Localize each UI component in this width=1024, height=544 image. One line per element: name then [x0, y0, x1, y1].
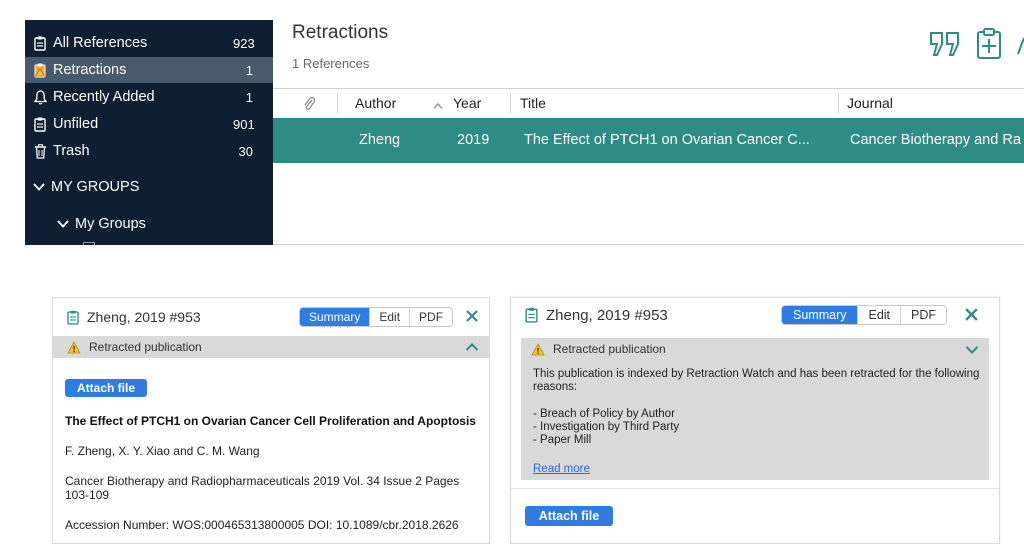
list-reference-count: 1 References	[292, 56, 370, 71]
row-year: 2019	[457, 132, 490, 148]
retraction-notice: This publication is indexed by Retractio…	[521, 360, 989, 480]
chevron-down-icon[interactable]	[965, 344, 979, 358]
retraction-reasons-list: - Breach of Policy by Author - Investiga…	[533, 408, 679, 447]
sidebar-item-count: 1	[245, 62, 253, 78]
retraction-notice-text: This publication is indexed by Retractio…	[533, 368, 983, 394]
row-author: Zheng	[359, 132, 401, 148]
read-more-link[interactable]: Read more	[533, 463, 590, 475]
close-icon[interactable]	[964, 307, 979, 322]
column-separator	[838, 93, 839, 113]
retraction-reason: - Paper Mill	[533, 434, 592, 446]
row-title: The Effect of PTCH1 on Ovarian Cancer C.…	[524, 132, 810, 148]
list-title: Retractions	[292, 22, 389, 43]
sidebar-item-count: 923	[233, 35, 255, 51]
sidebar-item-label: Retractions	[53, 62, 127, 78]
sidebar-item-trash[interactable]: Trash 30	[25, 138, 273, 164]
bell-icon	[33, 89, 47, 105]
reference-panel-title: Zheng, 2019 #953	[546, 306, 668, 324]
tab-summary[interactable]: Summary	[300, 308, 370, 326]
more-toolbar-icon[interactable]	[1016, 30, 1024, 63]
sidebar-item-label: Recently Added	[53, 89, 155, 105]
sidebar: All References 923 Retractions 1 Recentl…	[25, 20, 273, 245]
journal-column-header[interactable]: Journal	[847, 95, 893, 111]
reference-title: The Effect of PTCH1 on Ovarian Cancer Ce…	[65, 414, 476, 428]
reference-journal-line-2: 103-109	[65, 488, 110, 502]
title-column-header[interactable]: Title	[520, 95, 546, 111]
sidebar-item-count: 901	[233, 116, 255, 132]
close-icon[interactable]	[465, 309, 479, 323]
sidebar-item-label: All References	[53, 35, 148, 51]
reference-panel-right: Zheng, 2019 #953 Summary Edit PDF Retrac…	[510, 297, 1000, 544]
retraction-warning-text: Retracted publication	[89, 340, 202, 354]
attachment-column-icon[interactable]	[303, 95, 316, 114]
chevron-down-icon	[33, 183, 45, 191]
table-row[interactable]: Zheng 2019 The Effect of PTCH1 on Ovaria…	[273, 118, 1024, 163]
clipboard-icon	[525, 307, 538, 323]
document-icon	[33, 35, 47, 51]
sidebar-item-retractions[interactable]: Retractions 1	[25, 57, 273, 83]
retraction-warning-bar[interactable]: Retracted publication	[53, 336, 489, 358]
list-bottom-border	[273, 244, 1024, 245]
panel-divider	[511, 488, 999, 489]
tab-edit[interactable]: Edit	[369, 308, 409, 326]
author-column-header[interactable]: Author	[355, 95, 396, 111]
reference-journal-line-1: Cancer Biotherapy and Radiopharmaceutica…	[65, 474, 460, 488]
tab-summary[interactable]: Summary	[782, 306, 858, 324]
reference-authors: F. Zheng, X. Y. Xiao and C. M. Wang	[65, 444, 260, 458]
list-column-header: Author Year Title Journal	[273, 89, 1024, 117]
my-groups-header-label: MY GROUPS	[51, 179, 140, 195]
chevron-up-icon[interactable]	[465, 341, 479, 355]
my-groups-subgroup-label: My Groups	[75, 216, 146, 232]
quote-icon[interactable]	[928, 30, 962, 63]
sidebar-item-all-references[interactable]: All References 923	[25, 30, 273, 56]
warning-icon	[531, 342, 545, 356]
sidebar-item-unfiled[interactable]: Unfiled 901	[25, 111, 273, 137]
group-item-icon	[83, 242, 95, 245]
my-groups-subgroup[interactable]: My Groups	[57, 216, 146, 232]
sidebar-item-count: 30	[238, 143, 253, 159]
sidebar-item-recently-added[interactable]: Recently Added 1	[25, 84, 273, 110]
year-column-header[interactable]: Year	[453, 95, 481, 111]
retraction-notice-line-1: This publication is indexed by Retractio…	[533, 368, 980, 380]
sort-ascending-icon	[433, 97, 443, 113]
add-reference-icon[interactable]	[976, 28, 1002, 65]
chevron-down-icon	[57, 220, 69, 228]
sidebar-item-label: Unfiled	[53, 116, 99, 132]
sidebar-item-label: Trash	[53, 143, 90, 159]
trash-icon	[33, 143, 47, 159]
retraction-notice-line-2: reasons:	[533, 381, 578, 393]
reference-accession: Accession Number: WOS:000465313800005 DO…	[65, 518, 459, 532]
document-icon	[33, 116, 47, 132]
warning-icon	[67, 340, 81, 354]
attach-file-button[interactable]: Attach file	[65, 379, 147, 397]
reference-panel-title: Zheng, 2019 #953	[87, 309, 201, 325]
view-mode-tabs: Summary Edit PDF	[299, 307, 454, 327]
clipboard-icon	[67, 310, 79, 325]
retraction-icon	[33, 62, 47, 78]
retraction-reason: - Breach of Policy by Author	[533, 408, 675, 420]
column-separator	[337, 93, 338, 113]
row-journal: Cancer Biotherapy and Ra	[850, 132, 1021, 148]
retraction-warning-text: Retracted publication	[553, 342, 666, 356]
tab-edit[interactable]: Edit	[857, 306, 900, 324]
toolbar-icons	[928, 28, 1024, 65]
tab-pdf[interactable]: PDF	[900, 306, 946, 324]
reference-panel-left: Zheng, 2019 #953 Summary Edit PDF Retrac…	[52, 297, 490, 544]
retraction-warning-bar[interactable]: Retracted publication	[521, 338, 989, 360]
sidebar-item-count: 1	[245, 89, 253, 105]
column-separator	[510, 93, 511, 113]
tab-pdf[interactable]: PDF	[409, 308, 452, 326]
view-mode-tabs: Summary Edit PDF	[781, 305, 948, 325]
retraction-reason: - Investigation by Third Party	[533, 421, 680, 433]
attach-file-button[interactable]: Attach file	[525, 506, 613, 526]
my-groups-header[interactable]: MY GROUPS	[33, 179, 139, 195]
